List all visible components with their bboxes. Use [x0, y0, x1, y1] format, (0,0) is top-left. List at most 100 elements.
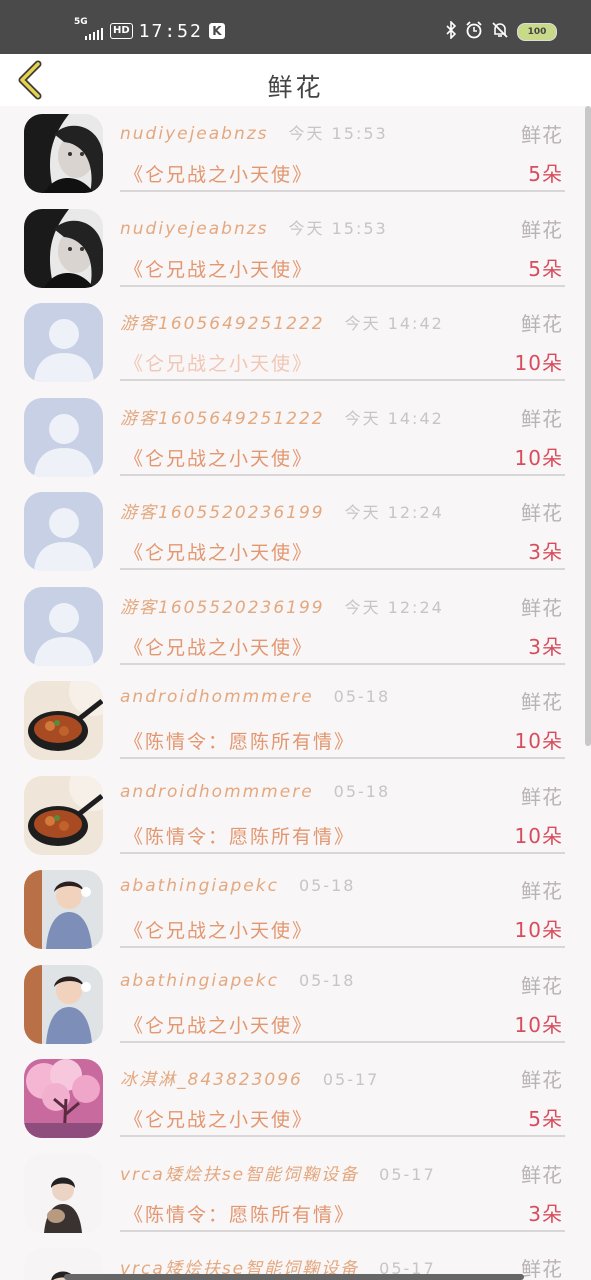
sender-info: 游客1605520236199 今天 12:24	[120, 593, 481, 618]
gift-date: 今天 14:42	[344, 314, 444, 333]
user-avatar[interactable]	[24, 303, 103, 382]
gift-record-row[interactable]: 冰淇淋_843823096 05-17 鲜花 《仑兄战之小天使》 5朵	[0, 1051, 591, 1146]
gift-date: 今天 12:24	[344, 503, 444, 522]
gift-quantity: 5朵	[528, 256, 563, 281]
status-bar: 5G HD 17:52 K 100	[0, 0, 591, 54]
gift-record-row[interactable]: androidhommmere 05-18 鲜花《陈情令：愿陈所有情》 10朵	[0, 768, 591, 863]
hd-badge: HD	[110, 23, 133, 39]
user-avatar[interactable]	[24, 397, 103, 477]
gift-record-row[interactable]: nudiyejeabnzs 今天 15:53 鲜花《仑兄战之小天使》 5朵	[0, 201, 591, 296]
gift-type: 鲜花	[521, 1162, 563, 1187]
bluetooth-icon	[445, 20, 457, 43]
sender-info: androidhommmere 05-18	[120, 782, 481, 802]
book-title[interactable]: 《陈情令：愿陈所有情》	[124, 822, 355, 849]
status-left: 5G HD 17:52 K	[74, 16, 225, 46]
sender-name[interactable]: 游客1605520236199	[120, 598, 325, 618]
sender-info: 游客1605649251222 今天 14:42	[120, 309, 481, 334]
user-avatar[interactable]	[24, 1153, 103, 1233]
user-avatar[interactable]	[24, 492, 103, 571]
gift-record-row[interactable]: abathingiapekc 05-18 鲜花 《仑兄战之小天使》 10朵	[0, 957, 591, 1052]
gift-type: 鲜花	[521, 784, 563, 809]
gift-quantity: 10朵	[514, 823, 563, 848]
sender-info: nudiyejeabnzs 今天 15:53	[120, 215, 481, 239]
gift-record-row[interactable]: 游客1605649251222 今天 14:42 鲜花 《仑兄战之小天使》 10朵	[0, 390, 591, 485]
sender-name[interactable]: abathingiapekc	[120, 971, 279, 991]
battery-icon: 100	[517, 23, 557, 41]
gift-record-row[interactable]: 游客1605649251222 今天 14:42 鲜花《仑兄战之小天使》 10朵	[0, 295, 591, 390]
gift-type: 鲜花	[521, 217, 563, 242]
sender-name[interactable]: 游客1605649251222	[120, 409, 325, 429]
sender-name[interactable]: androidhommmere	[120, 782, 314, 802]
gift-quantity: 10朵	[514, 351, 563, 375]
gift-type: 鲜花	[521, 879, 563, 903]
gift-date: 今天 14:42	[344, 408, 444, 428]
user-avatar[interactable]	[24, 586, 103, 666]
book-title[interactable]: 《陈情令：愿陈所有情》	[124, 1200, 355, 1227]
sender-info: abathingiapekc 05-18	[120, 971, 481, 991]
book-title[interactable]: 《仑兄战之小天使》	[124, 255, 313, 282]
book-title[interactable]: 《仑兄战之小天使》	[124, 633, 313, 660]
scrollbar[interactable]	[585, 106, 591, 746]
sender-name[interactable]: vrca矮烩扶se智能饲鞠设备	[120, 1165, 359, 1185]
sender-info: androidhommmere 05-18	[120, 687, 481, 707]
gift-date: 05-17	[379, 1164, 436, 1184]
gift-quantity: 10朵	[514, 445, 563, 470]
gift-type: 鲜花	[521, 501, 563, 525]
row-divider	[120, 190, 565, 192]
network-type: 5G	[74, 17, 88, 27]
sender-name[interactable]: nudiyejeabnzs	[120, 219, 269, 239]
gift-quantity: 10朵	[514, 729, 563, 753]
sender-name[interactable]: nudiyejeabnzs	[120, 124, 269, 144]
user-avatar[interactable]	[24, 964, 103, 1044]
gift-record-row[interactable]: vrca矮烩扶se智能饲鞠设备 05-17 鲜花 《陈情令：愿陈所有情》 3朵	[0, 1146, 591, 1241]
book-title[interactable]: 《仑兄战之小天使》	[124, 160, 313, 187]
gift-record-row[interactable]: 游客1605520236199 今天 12:24 鲜花 《仑兄战之小天使》 3朵	[0, 579, 591, 674]
book-title[interactable]: 《陈情令：愿陈所有情》	[124, 727, 355, 754]
gift-date: 今天 15:53	[288, 124, 388, 143]
gift-date: 05-18	[298, 970, 356, 990]
row-divider	[120, 379, 565, 381]
gift-date: 05-18	[298, 876, 356, 895]
user-avatar[interactable]	[24, 1059, 103, 1138]
gift-record-row[interactable]: abathingiapekc 05-18 鲜花 《仑兄战之小天使》 10朵	[0, 862, 591, 957]
gift-type: 鲜花	[521, 312, 563, 336]
gift-type: 鲜花	[521, 123, 563, 147]
book-title[interactable]: 《仑兄战之小天使》	[124, 1105, 313, 1132]
gift-record-row[interactable]: androidhommmere 05-18 鲜花 《陈情令：愿陈所有情》 10朵	[0, 673, 591, 768]
sender-name[interactable]: 游客1605520236199	[120, 503, 325, 523]
sender-name[interactable]: 冰淇淋_843823096	[120, 1070, 303, 1090]
row-divider	[120, 1040, 565, 1043]
sender-name[interactable]: androidhommmere	[120, 687, 314, 707]
top-app-bar: 鲜花	[0, 54, 591, 106]
book-title[interactable]: 《仑兄战之小天使》	[124, 349, 313, 376]
user-avatar[interactable]	[24, 114, 103, 193]
mute-bell-icon	[491, 21, 509, 43]
row-divider	[120, 473, 565, 476]
gift-quantity: 3朵	[528, 634, 563, 659]
home-indicator[interactable]	[64, 1274, 524, 1280]
user-avatar[interactable]	[24, 775, 103, 855]
gift-date: 05-18	[333, 687, 391, 706]
book-title[interactable]: 《仑兄战之小天使》	[124, 444, 313, 471]
user-avatar[interactable]	[24, 208, 103, 288]
sender-info: nudiyejeabnzs 今天 15:53	[120, 120, 481, 144]
sender-name[interactable]: abathingiapekc	[120, 876, 279, 896]
gift-record-row[interactable]: 游客1605520236199 今天 12:24 鲜花 《仑兄战之小天使》 3朵	[0, 484, 591, 579]
user-avatar[interactable]	[24, 870, 103, 949]
book-title[interactable]: 《仑兄战之小天使》	[124, 1011, 313, 1038]
app-notification-icon: K	[208, 23, 225, 39]
user-avatar[interactable]	[24, 681, 103, 760]
book-title[interactable]: 《仑兄战之小天使》	[124, 916, 313, 943]
cellular-signal-icon: 5G	[74, 17, 104, 42]
gift-quantity: 5朵	[528, 1107, 563, 1131]
row-divider	[120, 662, 565, 665]
book-title[interactable]: 《仑兄战之小天使》	[124, 538, 313, 565]
row-divider	[120, 1229, 565, 1232]
gift-date: 05-17	[322, 1070, 380, 1089]
gift-record-row[interactable]: nudiyejeabnzs 今天 15:53 鲜花《仑兄战之小天使》 5朵	[0, 106, 591, 201]
sender-name[interactable]: 游客1605649251222	[120, 314, 325, 334]
sender-info: abathingiapekc 05-18	[120, 876, 481, 896]
sender-info: vrca矮烩扶se智能饲鞠设备 05-17	[120, 1160, 481, 1185]
gift-record-list[interactable]: nudiyejeabnzs 今天 15:53 鲜花 《仑兄战之小天使》 5朵 nudiye…	[0, 106, 591, 1280]
gift-quantity: 5朵	[528, 162, 563, 186]
